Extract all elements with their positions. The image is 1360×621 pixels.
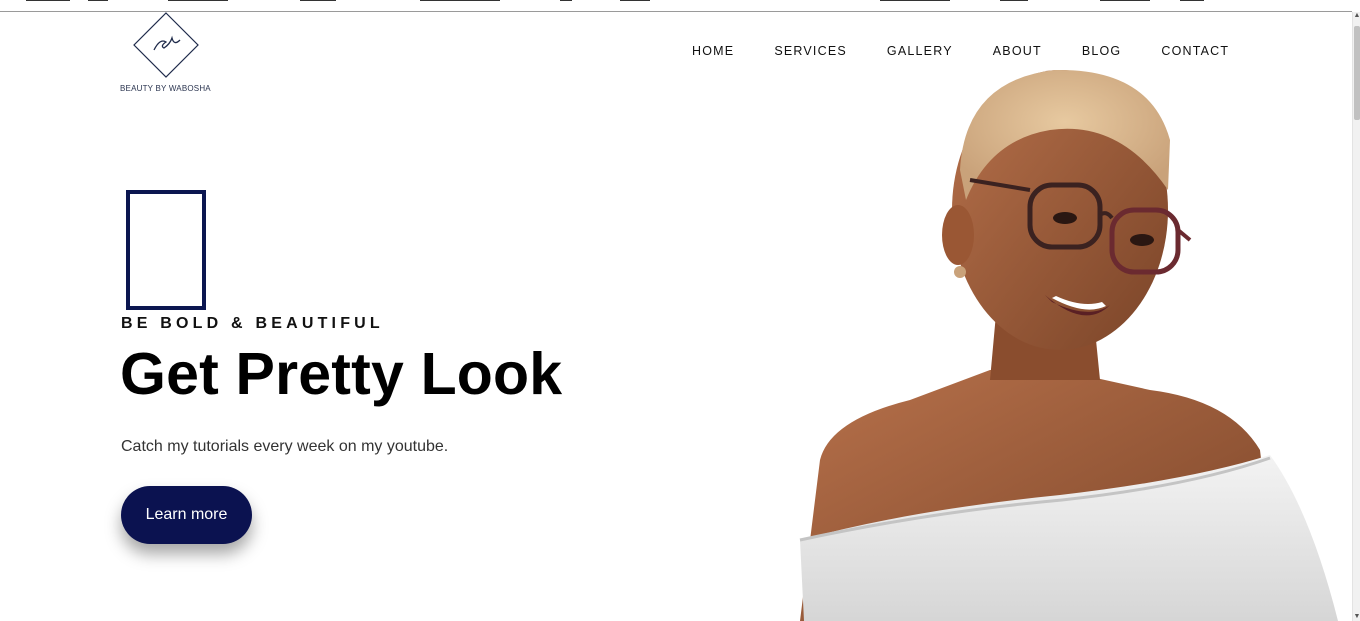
scrollbar-thumb[interactable] — [1354, 26, 1360, 120]
logo-diamond-icon — [133, 12, 199, 78]
learn-more-button[interactable]: Learn more — [121, 486, 252, 544]
hero-headline: Get Pretty Look — [120, 341, 563, 407]
hero-kicker: BE BOLD & BEAUTIFUL — [121, 315, 384, 332]
page-scrollbar[interactable]: ▲ ▼ — [1352, 12, 1360, 621]
brand-logo[interactable]: BEAUTY BY WABOSHA — [120, 12, 214, 96]
top-edge-strip — [0, 0, 1352, 12]
brand-text: BEAUTY BY WABOSHA — [120, 84, 211, 93]
decorative-frame — [126, 190, 206, 310]
scroll-down-icon[interactable]: ▼ — [1353, 613, 1360, 621]
nav-home[interactable]: HOME — [692, 44, 734, 58]
hero-subtext: Catch my tutorials every week on my yout… — [121, 438, 449, 455]
hero-portrait-image — [799, 69, 1338, 621]
scroll-up-icon[interactable]: ▲ — [1353, 12, 1360, 20]
